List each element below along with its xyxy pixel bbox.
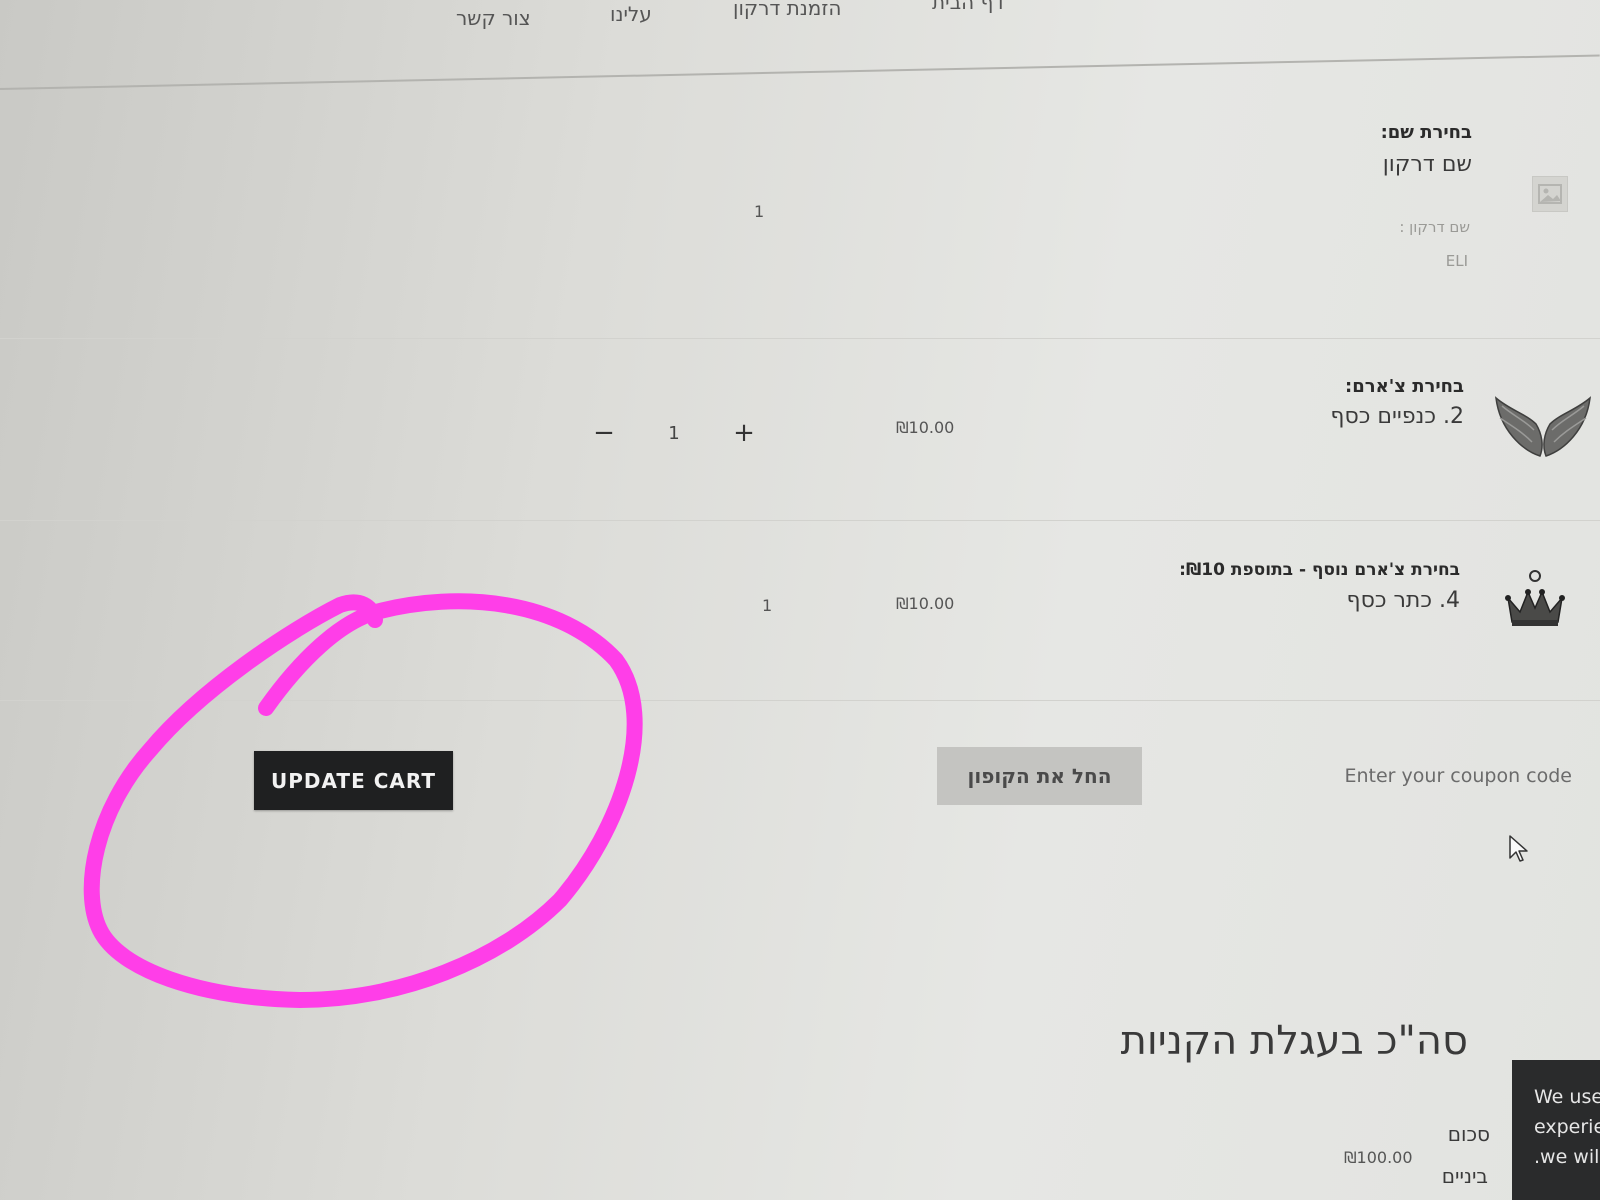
item-quantity: 1	[754, 202, 765, 221]
nav-link-contact[interactable]: צור קשר	[456, 6, 531, 30]
cookie-text-line: .we will	[1534, 1146, 1600, 1168]
item-label: בחירת צ'ארם נוסף - בתוספת ₪10:	[1179, 560, 1460, 580]
shipping-label: ביניים	[1441, 1164, 1488, 1188]
subtotal-label: סכום	[1447, 1122, 1490, 1146]
cookie-notice: We use experie .we will	[1512, 1060, 1600, 1200]
item-meta-label: שם דרקון :	[1399, 218, 1470, 236]
cart-totals-title: סה"כ בעגלת הקניות	[1120, 1018, 1468, 1064]
row-divider	[0, 338, 1600, 339]
increment-button[interactable]: +	[724, 418, 764, 448]
item-label: בחירת צ'ארם:	[1345, 376, 1464, 397]
item-value: שם דרקון	[1382, 152, 1472, 177]
nav-link-about[interactable]: עלינו	[610, 2, 652, 26]
cookie-text-line: experie	[1534, 1116, 1600, 1138]
nav-link-order-dragon[interactable]: הזמנת דרקון	[733, 0, 841, 20]
silver-crown-icon	[1500, 568, 1570, 630]
decrement-button[interactable]: −	[584, 418, 624, 448]
row-divider	[0, 520, 1600, 521]
quantity-value[interactable]: 1	[654, 423, 694, 444]
subtotal-value: ₪100.00	[1344, 1148, 1413, 1167]
nav-link-home[interactable]: דף הבית	[932, 0, 1004, 14]
item-quantity: 1	[762, 596, 773, 615]
row-divider	[0, 700, 1600, 701]
item-label: בחירת שם:	[1380, 122, 1472, 143]
item-price: ₪10.00	[896, 594, 955, 613]
cookie-text-line: We use	[1534, 1086, 1600, 1108]
item-meta-value: ELI	[1445, 252, 1468, 270]
item-value: 4. כתר כסף	[1346, 588, 1460, 613]
update-cart-button[interactable]: UPDATE CART	[254, 751, 453, 810]
item-value: 2. כנפיים כסף	[1330, 404, 1464, 429]
image-placeholder-icon	[1532, 176, 1568, 212]
item-price: ₪10.00	[896, 418, 955, 437]
quantity-stepper[interactable]: − 1 +	[584, 402, 764, 464]
apply-coupon-button[interactable]: החל את הקופון	[937, 747, 1142, 805]
nav-divider	[0, 54, 1600, 90]
coupon-code-input[interactable]	[1180, 748, 1574, 804]
mouse-cursor-icon	[1508, 834, 1530, 864]
silver-wings-icon	[1492, 390, 1592, 462]
